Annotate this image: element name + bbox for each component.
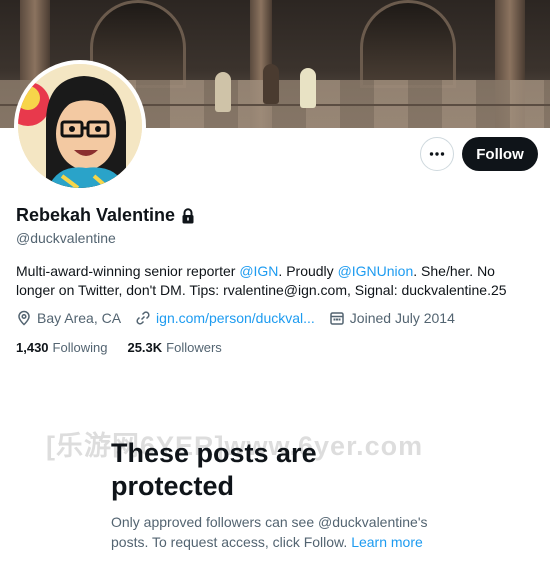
lock-icon — [182, 207, 194, 223]
link-icon — [136, 311, 150, 325]
more-dots-icon — [429, 152, 445, 156]
learn-more-link[interactable]: Learn more — [351, 534, 423, 550]
profile-name-row: Rebekah Valentine — [16, 205, 195, 226]
joined-item: Joined July 2014 — [329, 310, 455, 326]
profile-stats: 1,430 Following 25.3K Followers — [16, 340, 242, 355]
protected-description: Only approved followers can see @duckval… — [111, 514, 428, 550]
location-item: Bay Area, CA — [16, 310, 121, 326]
mention-link-ign[interactable]: @IGN — [239, 263, 278, 279]
following-count: 1,430 — [16, 340, 49, 355]
follow-button[interactable]: Follow — [462, 137, 538, 171]
calendar-icon — [330, 312, 344, 325]
mention-link-ignunion[interactable]: @IGNUnion — [338, 263, 414, 279]
more-options-button[interactable] — [420, 137, 454, 171]
banner-arch — [360, 0, 456, 88]
protected-title: These posts are protected — [111, 438, 317, 501]
website-item[interactable]: ign.com/person/duckval... — [135, 310, 315, 326]
profile-meta: Bay Area, CA ign.com/person/duckval... J… — [16, 310, 469, 326]
avatar[interactable] — [14, 60, 146, 192]
banner-character — [263, 64, 279, 104]
profile-name: Rebekah Valentine — [16, 205, 176, 225]
followers-label: Followers — [166, 340, 222, 355]
banner-character — [300, 68, 316, 108]
profile-handle: @duckvalentine — [16, 230, 116, 246]
followers-count: 25.3K — [127, 340, 163, 355]
following-link[interactable]: 1,430 Following — [16, 340, 107, 355]
following-label: Following — [52, 340, 108, 355]
location-pin-icon — [18, 310, 30, 326]
banner-character — [215, 72, 231, 112]
website-link[interactable]: ign.com/person/duckval... — [156, 310, 315, 326]
followers-link[interactable]: 25.3K Followers — [127, 340, 221, 355]
profile-bio: Multi-award-winning senior reporter @IGN… — [16, 263, 507, 298]
avatar-illustration — [18, 64, 142, 188]
